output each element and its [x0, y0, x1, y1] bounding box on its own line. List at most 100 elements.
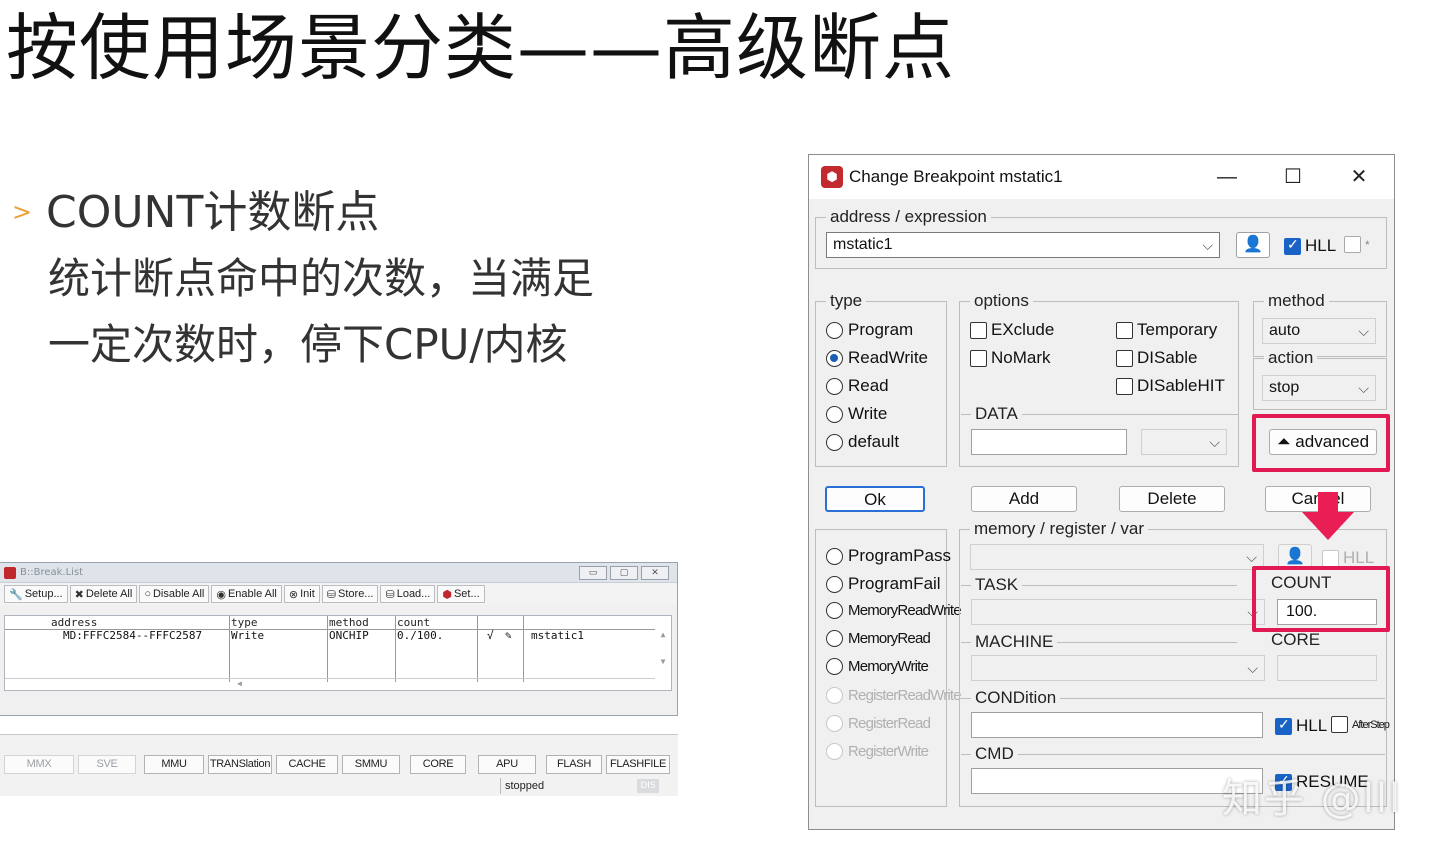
- radio-memoryread[interactable]: MemoryRead: [826, 630, 931, 647]
- radio-default[interactable]: default: [826, 432, 899, 452]
- column-header-address[interactable]: address: [51, 616, 97, 630]
- tab-mmu[interactable]: MMU: [144, 755, 204, 774]
- enable-all-label: Enable All: [227, 588, 277, 600]
- setup-button[interactable]: 🔧 Setup...: [4, 585, 68, 603]
- disable-all-button[interactable]: ○ Disable All: [139, 585, 210, 603]
- tab-translation[interactable]: TRANSlation: [208, 755, 272, 774]
- app-icon: [4, 566, 16, 579]
- maximize-button[interactable]: ▢: [610, 565, 638, 580]
- chevron-down-icon: ⌵: [1202, 237, 1213, 253]
- radio-programpass[interactable]: ProgramPass: [826, 546, 951, 566]
- radio-memorywrite[interactable]: MemoryWrite: [826, 658, 929, 675]
- radio-dot: [826, 547, 843, 565]
- star-checkbox[interactable]: *: [1344, 236, 1370, 253]
- radio-label: RegisterWrite: [848, 743, 929, 760]
- core-input[interactable]: [1277, 655, 1377, 681]
- memory-combobox[interactable]: ⌵: [970, 544, 1264, 570]
- init-button[interactable]: ⊗ Init: [283, 585, 320, 603]
- address-combobox[interactable]: mstatic1 ⌵: [826, 232, 1220, 258]
- machine-group-label: MACHINE: [971, 631, 1058, 653]
- radio-read[interactable]: Read: [826, 376, 889, 396]
- vertical-scrollbar[interactable]: ▲ ▼: [657, 630, 669, 680]
- edit-pencil-icon[interactable]: ✎: [505, 629, 512, 643]
- tab-sve[interactable]: SVE: [78, 755, 136, 774]
- data-input[interactable]: [971, 429, 1127, 455]
- checkbox-box: [1116, 377, 1133, 395]
- options-group-label: options: [970, 290, 1033, 312]
- load-button[interactable]: ⛁ Load...: [380, 585, 436, 603]
- slide-title: 按使用场景分类——高级断点: [6, 6, 956, 90]
- bullet-heading: COUNT计数断点: [46, 187, 380, 238]
- data-width-combobox[interactable]: ⌵: [1141, 429, 1227, 455]
- tab-apu[interactable]: APU: [478, 755, 536, 774]
- info-person-icon[interactable]: 👤: [1236, 232, 1270, 258]
- break-list-title: B::Break.List: [20, 567, 84, 578]
- minimize-button[interactable]: —: [1207, 161, 1247, 193]
- method-combobox[interactable]: auto ⌵: [1262, 318, 1376, 344]
- disable-checkbox[interactable]: DISable: [1116, 348, 1197, 368]
- radio-dot: [826, 715, 843, 732]
- set-button[interactable]: ⬢ Set...: [437, 585, 485, 603]
- afterstep-checkbox[interactable]: AfterStep: [1331, 716, 1390, 733]
- radio-memoryreadwrite[interactable]: MemoryReadWrite: [826, 602, 962, 619]
- radio-label: ProgramFail: [848, 574, 941, 593]
- ok-button[interactable]: Ok: [825, 486, 925, 512]
- column-header-count[interactable]: count: [397, 616, 430, 630]
- disablehit-checkbox[interactable]: DISableHIT: [1116, 376, 1225, 396]
- radio-program[interactable]: Program: [826, 320, 913, 340]
- radio-label: RegisterRead: [848, 715, 931, 732]
- row-address[interactable]: MD:FFFC2584--FFFC2587: [63, 629, 202, 643]
- enable-all-button[interactable]: ◉ Enable All: [211, 585, 282, 603]
- task-group: TASK: [961, 574, 1237, 596]
- delete-button[interactable]: Delete: [1119, 486, 1225, 512]
- tab-flash[interactable]: FLASH: [546, 755, 602, 774]
- radio-write[interactable]: Write: [826, 404, 887, 424]
- tab-core[interactable]: CORE: [410, 755, 466, 774]
- machine-combobox[interactable]: ⌵: [971, 655, 1265, 681]
- tab-cache[interactable]: CACHE: [276, 755, 338, 774]
- radio-readwrite[interactable]: ReadWrite: [826, 348, 928, 368]
- hll-checkbox-memory[interactable]: HLL: [1322, 548, 1374, 568]
- radio-registerread[interactable]: RegisterRead: [826, 715, 931, 732]
- add-button[interactable]: Add: [971, 486, 1077, 512]
- tab-flashfile[interactable]: FLASHFILE: [606, 755, 670, 774]
- type-group: type Program ReadWrite Read Write defaul…: [815, 290, 947, 467]
- row-count[interactable]: 0./100.: [397, 629, 443, 643]
- action-value: stop: [1269, 379, 1300, 396]
- radio-registerwrite[interactable]: RegisterWrite: [826, 743, 929, 760]
- condition-input[interactable]: [971, 712, 1263, 738]
- store-button[interactable]: ⛁ Store...: [321, 585, 379, 603]
- column-header-type[interactable]: type: [231, 616, 258, 630]
- maximize-button[interactable]: ☐: [1273, 161, 1313, 193]
- close-button[interactable]: ✕: [641, 565, 669, 580]
- hll-label: HLL: [1305, 236, 1337, 255]
- row-symbol[interactable]: mstatic1: [531, 629, 584, 643]
- task-combobox[interactable]: ⌵: [971, 599, 1265, 625]
- horizontal-scrollbar[interactable]: ◀: [5, 678, 655, 690]
- radio-label: Read: [848, 376, 889, 395]
- nomark-checkbox[interactable]: NoMark: [970, 348, 1051, 368]
- action-combobox[interactable]: stop ⌵: [1262, 375, 1376, 401]
- condition-type-group: ProgramPass ProgramFail MemoryReadWrite …: [815, 529, 962, 807]
- row-type[interactable]: Write: [231, 629, 264, 643]
- dialog-titlebar: ⬢ Change Breakpoint mstatic1 — ☐ ✕: [809, 155, 1394, 199]
- delete-all-button[interactable]: ✖ Delete All: [69, 585, 138, 603]
- machine-group: MACHINE: [961, 631, 1237, 653]
- row-method[interactable]: ONCHIP: [329, 629, 369, 643]
- break-list-toolbar: 🔧 Setup... ✖ Delete All ○ Disable All ◉ Enab…: [0, 583, 677, 605]
- temporary-checkbox[interactable]: Temporary: [1116, 320, 1217, 340]
- close-button[interactable]: ✕: [1339, 161, 1379, 193]
- bullet-line-2: 一定次数时，停下CPU/内核: [48, 320, 568, 369]
- tab-smmu[interactable]: SMMU: [342, 755, 400, 774]
- hll-checkbox-condition[interactable]: HLL: [1275, 716, 1327, 736]
- radio-registerreadwrite[interactable]: RegisterReadWrite: [826, 687, 962, 704]
- hll-checkbox[interactable]: HLL: [1284, 236, 1336, 256]
- exclude-checkbox[interactable]: EXclude: [970, 320, 1054, 340]
- cmd-input[interactable]: [971, 768, 1263, 794]
- hll-label: HLL: [1343, 548, 1375, 567]
- minimize-button[interactable]: ▭: [579, 565, 607, 580]
- tab-mmx[interactable]: MMX: [4, 755, 74, 774]
- count-highlight-box: [1252, 566, 1390, 632]
- radio-programfail[interactable]: ProgramFail: [826, 574, 941, 594]
- column-header-method[interactable]: method: [329, 616, 369, 630]
